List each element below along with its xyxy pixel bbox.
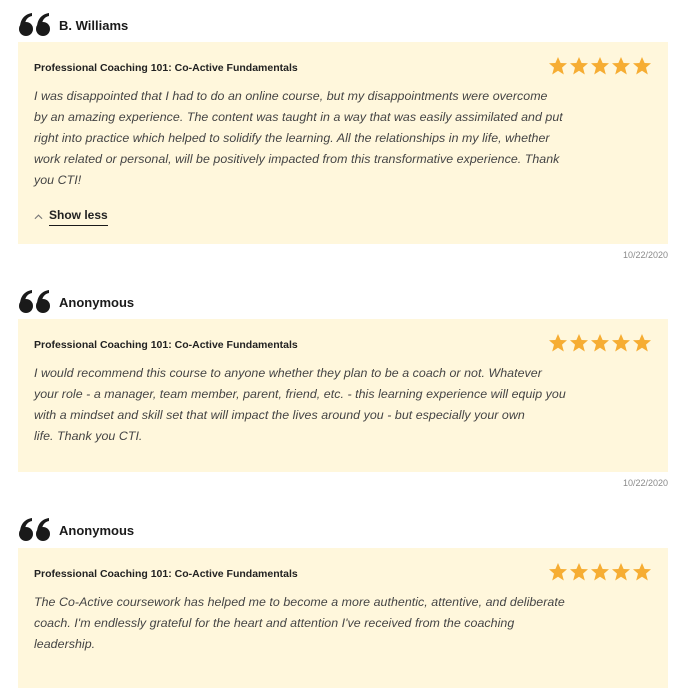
star-icon bbox=[569, 562, 589, 582]
star-icon bbox=[632, 333, 652, 353]
review-text-line: you CTI! bbox=[34, 173, 82, 187]
review-text-line: right into practice which helped to soli… bbox=[34, 131, 550, 145]
review-card: Professional Coaching 101: Co-Active Fun… bbox=[18, 42, 668, 244]
review-text-line: life. Thank you CTI. bbox=[34, 429, 143, 443]
review-text: I was disappointed that I had to do an o… bbox=[34, 86, 650, 191]
star-icon bbox=[548, 333, 568, 353]
review-text: The Co-Active coursework has helped me t… bbox=[34, 592, 650, 655]
star-rating bbox=[548, 562, 652, 582]
quote-icon bbox=[18, 12, 52, 38]
review-header: Anonymous bbox=[18, 515, 134, 545]
star-icon bbox=[611, 562, 631, 582]
star-icon bbox=[548, 562, 568, 582]
star-icon bbox=[569, 56, 589, 76]
review-text-line: with a mindset and skill set that will i… bbox=[34, 408, 525, 422]
review-text-line: work related or personal, will be positi… bbox=[34, 152, 560, 166]
star-icon bbox=[632, 562, 652, 582]
star-icon bbox=[590, 333, 610, 353]
course-name: Professional Coaching 101: Co-Active Fun… bbox=[34, 568, 298, 580]
star-icon bbox=[548, 56, 568, 76]
review-text-line: by an amazing experience. The content wa… bbox=[34, 110, 563, 124]
course-name: Professional Coaching 101: Co-Active Fun… bbox=[34, 62, 298, 74]
review-text: I would recommend this course to anyone … bbox=[34, 363, 650, 447]
review-date: 10/22/2020 bbox=[622, 478, 668, 488]
review-card: Professional Coaching 101: Co-Active Fun… bbox=[18, 548, 668, 688]
star-icon bbox=[569, 333, 589, 353]
review-text-line: your role - a manager, team member, pare… bbox=[34, 387, 566, 401]
star-icon bbox=[611, 56, 631, 76]
star-icon bbox=[590, 56, 610, 76]
review-header: Anonymous bbox=[18, 287, 134, 317]
review-text-line: leadership. bbox=[34, 637, 96, 651]
chevron-up-icon bbox=[34, 212, 43, 223]
star-rating bbox=[548, 56, 652, 76]
review-header: B. Williams bbox=[18, 10, 128, 40]
review-date: 10/22/2020 bbox=[622, 250, 668, 260]
star-icon bbox=[611, 333, 631, 353]
review-text-line: I was disappointed that I had to do an o… bbox=[34, 89, 548, 103]
star-icon bbox=[632, 56, 652, 76]
review-text-line: coach. I'm endlessly grateful for the he… bbox=[34, 616, 515, 630]
review-author: B. Williams bbox=[59, 17, 129, 33]
review-text-line: The Co-Active coursework has helped me t… bbox=[34, 595, 565, 609]
show-less-button[interactable]: Show less bbox=[34, 208, 108, 226]
course-name: Professional Coaching 101: Co-Active Fun… bbox=[34, 339, 298, 351]
show-less-label: Show less bbox=[49, 208, 108, 226]
review-author: Anonymous bbox=[59, 294, 135, 310]
review-author: Anonymous bbox=[59, 522, 135, 538]
review-card: Professional Coaching 101: Co-Active Fun… bbox=[18, 319, 668, 472]
quote-icon bbox=[18, 289, 52, 315]
review-text-line: I would recommend this course to anyone … bbox=[34, 366, 542, 380]
quote-icon bbox=[18, 517, 52, 543]
star-icon bbox=[590, 562, 610, 582]
star-rating bbox=[548, 333, 652, 353]
